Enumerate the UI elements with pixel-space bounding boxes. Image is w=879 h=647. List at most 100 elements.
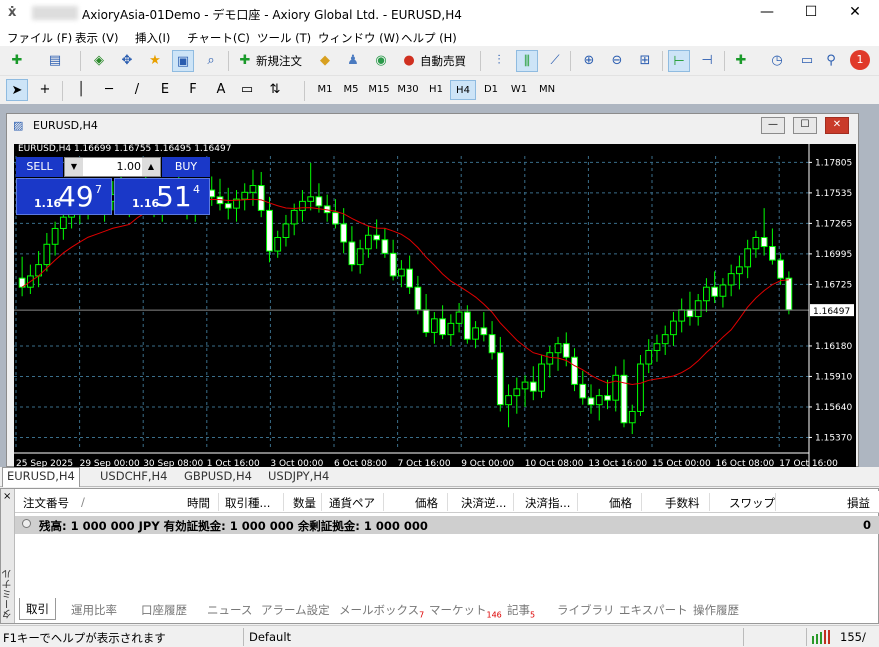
col-swap[interactable]: スワップ — [729, 495, 775, 511]
search-icon[interactable]: ⚲ — [820, 50, 842, 72]
menu-insert[interactable]: 挿入(I) — [135, 30, 170, 46]
metaeditor-icon[interactable]: ◆ — [314, 50, 336, 72]
bar-chart-icon[interactable]: ⫶ — [488, 50, 510, 72]
tab-market[interactable]: マーケット146 — [429, 602, 502, 619]
tab-news[interactable]: ニュース — [207, 602, 252, 618]
templates-icon[interactable]: ▭ — [796, 50, 818, 72]
tf-m1[interactable]: M1 — [312, 80, 338, 100]
col-price-current[interactable]: 価格 — [609, 495, 632, 511]
tab-trade[interactable]: 取引 — [19, 598, 56, 620]
tf-m30[interactable]: M30 — [394, 80, 422, 100]
line-chart-icon[interactable]: ⟋ — [544, 50, 566, 72]
tf-m15[interactable]: M15 — [365, 80, 393, 100]
tf-w1[interactable]: W1 — [506, 80, 532, 100]
indicators-icon[interactable]: ✚ — [730, 50, 752, 72]
status-profile: Default — [249, 630, 292, 644]
tf-mn[interactable]: MN — [534, 80, 560, 100]
col-type[interactable]: 取引種... — [225, 495, 270, 511]
signals-icon[interactable]: ♟ — [342, 50, 364, 72]
col-order[interactable]: 注文番号 — [23, 495, 69, 511]
col-profit[interactable]: 損益 — [847, 495, 870, 511]
new-order-button[interactable]: 新規注文 — [256, 53, 302, 69]
col-size[interactable]: 数量 — [293, 495, 316, 511]
col-take-profit[interactable]: 決済指... — [525, 495, 570, 511]
channel-icon[interactable]: E — [154, 79, 176, 101]
buy-button[interactable]: BUY — [162, 157, 210, 177]
chart-shift-icon[interactable]: ⊣ — [696, 50, 718, 72]
vps-icon[interactable]: ◉ — [370, 50, 392, 72]
text-icon[interactable]: A — [210, 79, 232, 101]
terminal-icon[interactable]: ▣ — [172, 50, 194, 72]
candle-body — [241, 191, 249, 200]
menu-chart[interactable]: チャート(C) — [187, 30, 250, 46]
auto-trading-icon[interactable]: ● — [398, 50, 420, 72]
chart-tab-gbpusd[interactable]: GBPUSD,H4 — [180, 468, 256, 486]
chart-restore-button[interactable]: ☐ — [793, 117, 817, 134]
tile-windows-icon[interactable]: ⊞ — [634, 50, 656, 72]
auto-scroll-icon[interactable]: ⊢ — [668, 50, 690, 72]
tab-alerts[interactable]: アラーム設定 — [261, 602, 330, 618]
lot-increase-icon[interactable]: ▲ — [142, 158, 160, 176]
sell-button[interactable]: SELL — [16, 157, 63, 177]
chart-minimize-button[interactable]: — — [761, 117, 785, 134]
tab-exposure[interactable]: 運用比率 — [71, 602, 117, 618]
col-commission[interactable]: 手数料 — [665, 495, 700, 511]
tf-m5[interactable]: M5 — [338, 80, 364, 100]
menu-window[interactable]: ウィンドウ (W) — [318, 30, 400, 46]
tab-library[interactable]: ライブラリ — [557, 602, 615, 618]
menu-file[interactable]: ファイル (F) — [7, 30, 72, 46]
col-time[interactable]: 時間 — [187, 495, 210, 511]
lot-size-input[interactable]: ▼ 1.00 ▲ — [64, 157, 161, 177]
new-chart-icon[interactable]: ✚ — [6, 50, 28, 72]
chart-tab-usdjpy[interactable]: USDJPY,H4 — [264, 468, 333, 486]
close-button[interactable]: ✕ — [833, 0, 877, 26]
chart-tab-eurusd[interactable]: EURUSD,H4 — [2, 467, 80, 487]
zoom-out-icon[interactable]: ⊖ — [606, 50, 628, 72]
vertical-line-icon[interactable]: │ — [70, 79, 92, 101]
terminal-close-icon[interactable]: × — [3, 491, 11, 502]
horizontal-line-icon[interactable]: ─ — [98, 79, 120, 101]
tester-icon[interactable]: ⌕ — [200, 50, 222, 72]
chart-close-button[interactable]: ✕ — [825, 117, 849, 134]
y-tick-label: 1.16995 — [815, 250, 852, 260]
tf-h1[interactable]: H1 — [423, 80, 449, 100]
trendline-icon[interactable]: / — [126, 79, 148, 101]
zoom-in-icon[interactable]: ⊕ — [578, 50, 600, 72]
tab-articles[interactable]: 記事5 — [507, 602, 535, 619]
data-window-icon[interactable]: ✥ — [116, 50, 138, 72]
tab-mailbox[interactable]: メールボックス7 — [339, 602, 424, 619]
chart-tab-usdchf[interactable]: USDCHF,H4 — [96, 468, 171, 486]
col-stop-loss[interactable]: 決済逆... — [461, 495, 506, 511]
tf-d1[interactable]: D1 — [478, 80, 504, 100]
navigator-icon[interactable]: ★ — [144, 50, 166, 72]
auto-trading-button[interactable]: 自動売買 — [420, 53, 466, 69]
minimize-button[interactable]: — — [745, 0, 789, 26]
col-symbol[interactable]: 通貨ペア — [329, 495, 375, 511]
notification-badge-icon[interactable]: 1 — [850, 50, 870, 70]
lot-decrease-icon[interactable]: ▼ — [65, 158, 83, 176]
menu-view[interactable]: 表示 (V) — [75, 30, 119, 46]
col-price[interactable]: 価格 — [415, 495, 438, 511]
maximize-button[interactable]: ☐ — [789, 0, 833, 26]
buy-price-box[interactable]: 1.16 51 4 — [114, 178, 210, 215]
cursor-icon[interactable]: ➤ — [6, 79, 28, 101]
sell-price-box[interactable]: 1.16 49 7 — [16, 178, 112, 215]
periods-icon[interactable]: ◷ — [766, 50, 788, 72]
candle-body — [496, 352, 504, 406]
market-watch-icon[interactable]: ◈ — [88, 50, 110, 72]
candlestick-chart-icon[interactable]: ⫼ — [516, 50, 538, 72]
balance-row[interactable]: 残高: 1 000 000 JPY 有効証拠金: 1 000 000 余剰証拠金… — [15, 516, 879, 534]
label-icon[interactable]: ▭ — [236, 79, 258, 101]
crosshair-icon[interactable]: + — [34, 79, 56, 101]
fibonacci-icon[interactable]: F — [182, 79, 204, 101]
tab-account-history[interactable]: 口座履歴 — [141, 602, 187, 618]
tab-experts[interactable]: エキスパート — [619, 602, 688, 618]
new-order-icon[interactable]: ✚ — [234, 50, 256, 72]
tf-h4[interactable]: H4 — [450, 80, 476, 100]
profiles-icon[interactable]: ▤ — [44, 50, 66, 72]
price-chart[interactable]: 1.17805 1.17535 1.17265 1.16995 1.16725 1.164… — [14, 144, 856, 469]
menu-help[interactable]: ヘルプ (H) — [401, 30, 457, 46]
arrows-icon[interactable]: ⇅ — [264, 79, 286, 101]
tab-journal[interactable]: 操作履歴 — [693, 602, 739, 618]
menu-tools[interactable]: ツール (T) — [257, 30, 311, 46]
